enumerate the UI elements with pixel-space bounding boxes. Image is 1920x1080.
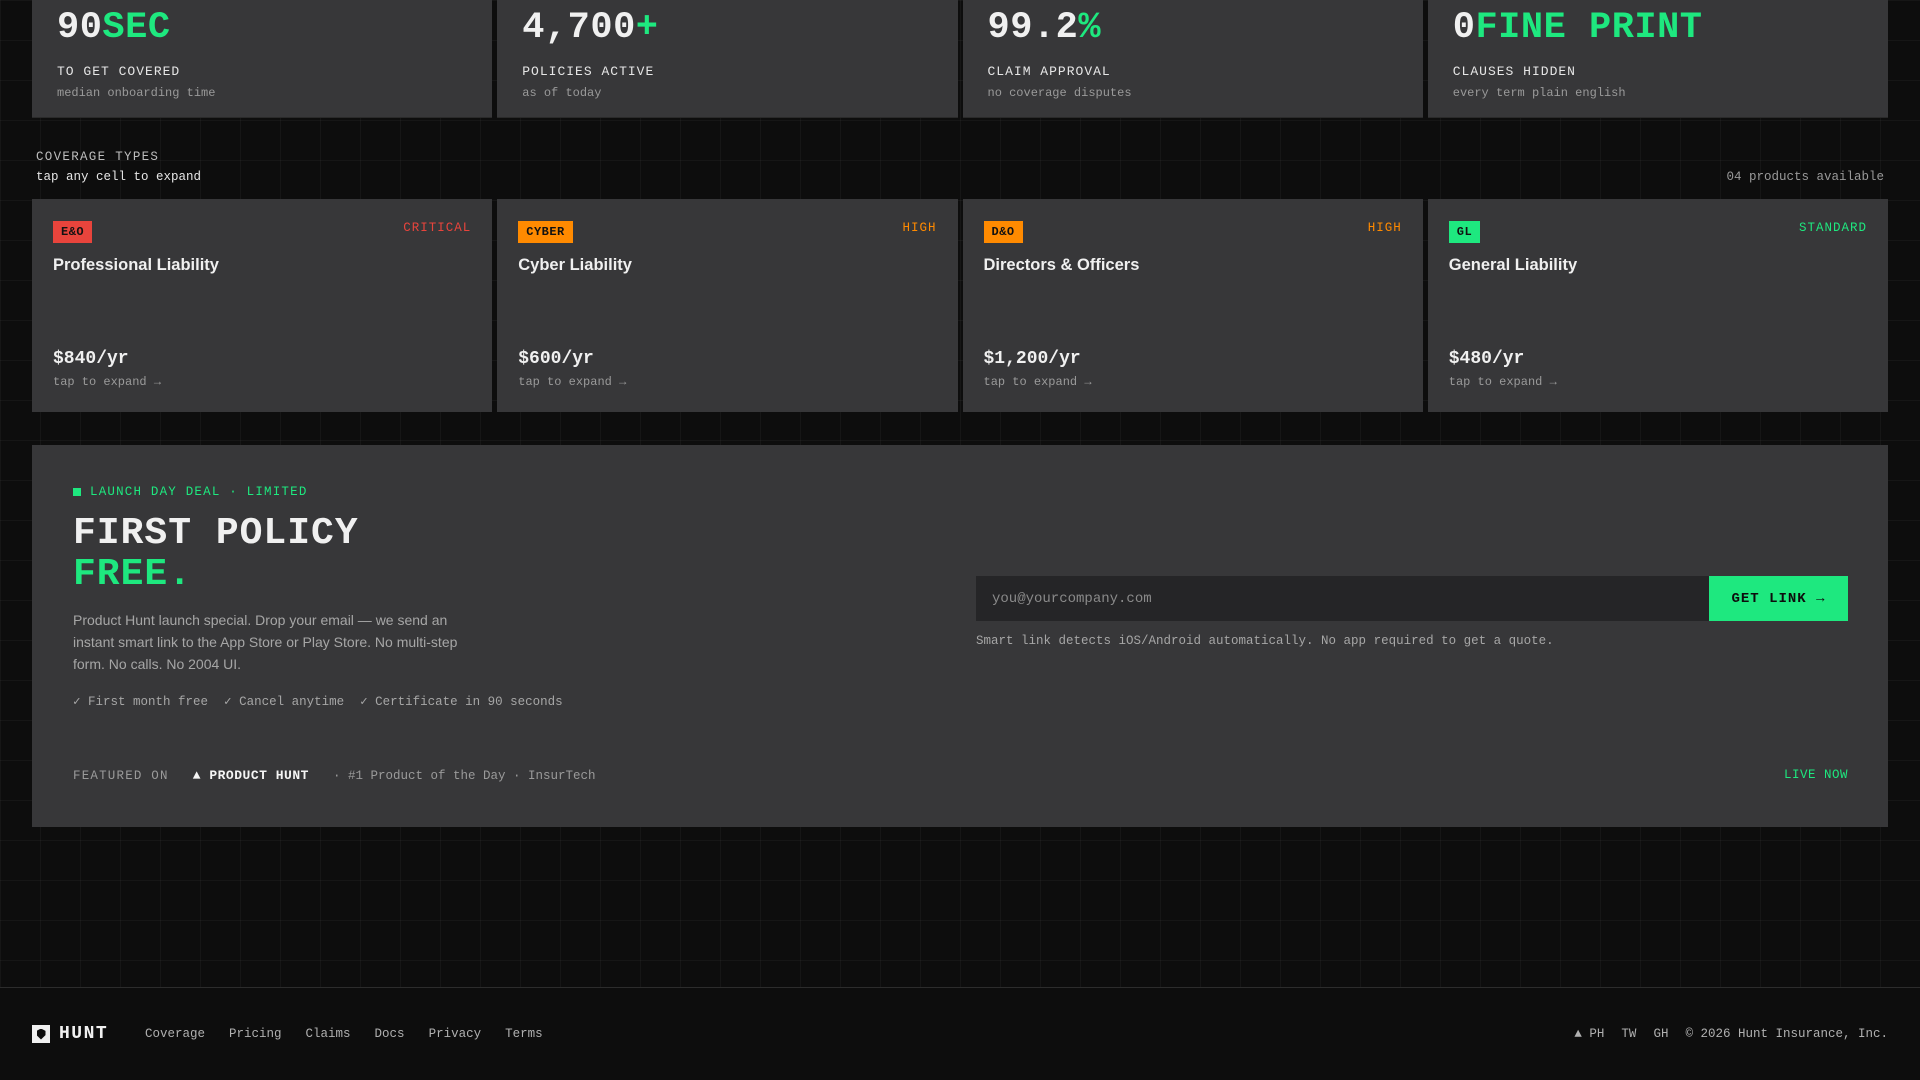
promo-heading-line2: FREE. — [73, 553, 193, 596]
deal-tag: LAUNCH DAY DEAL · LIMITED — [73, 485, 308, 499]
stat-card: 90SEC TO GET COVERED median onboarding t… — [32, 0, 493, 118]
deal-tag-label: LAUNCH DAY DEAL · LIMITED — [90, 485, 308, 499]
stat-label: CLAIM APPROVAL — [987, 64, 1111, 79]
expand-hint: tap to expand → — [983, 375, 1092, 389]
get-link-button[interactable]: GET LINK → — [1709, 576, 1848, 621]
coverage-card-do[interactable]: D&O HIGH Directors & Officers $1,200/yr … — [962, 199, 1423, 412]
stat-label: CLAUSES HIDDEN — [1452, 64, 1576, 79]
risk-level: HIGH — [1367, 221, 1402, 235]
risk-level: HIGH — [902, 221, 937, 235]
stat-label: POLICIES ACTIVE — [522, 64, 655, 79]
stat-card: 4,700+ POLICIES ACTIVE as of today — [497, 0, 958, 118]
launch-deal-panel: LAUNCH DAY DEAL · LIMITED FIRST POLICY F… — [32, 445, 1888, 827]
stat-label: TO GET COVERED — [57, 64, 181, 79]
stat-value: 99.2% — [988, 8, 1398, 48]
footer: HUNT Coverage Pricing Claims Docs Privac… — [0, 987, 1920, 1080]
benefit-item: ✓ Cancel anytime — [224, 695, 345, 709]
coverage-badge: CYBER — [518, 221, 573, 243]
coverage-name: Directors & Officers — [983, 256, 1140, 274]
risk-level: STANDARD — [1798, 221, 1867, 235]
brand-name: HUNT — [59, 1024, 109, 1044]
coverage-title: COVERAGE TYPES — [36, 150, 160, 164]
email-form: GET LINK → — [976, 576, 1848, 621]
footer-link-docs[interactable]: Docs — [375, 1027, 405, 1041]
coverage-hint: tap any cell to expand — [36, 170, 202, 184]
coverage-badge: E&O — [53, 221, 93, 243]
stat-sub: every term plain english — [1452, 86, 1626, 100]
benefit-item: ✓ First month free — [73, 695, 209, 709]
featured-label: FEATURED ON — [73, 768, 169, 783]
footer-social: ▲ PH TW GH © 2026 Hunt Insurance, Inc. — [1574, 1027, 1888, 1041]
footer-link-terms[interactable]: Terms — [505, 1027, 543, 1041]
risk-level: CRITICAL — [403, 221, 472, 235]
social-link-producthunt[interactable]: ▲ PH — [1574, 1027, 1604, 1041]
coverage-price: $840/yr — [53, 349, 129, 369]
coverage-price: $480/yr — [1448, 349, 1525, 369]
footer-nav: Coverage Pricing Claims Docs Privacy Ter… — [145, 1027, 543, 1041]
footer-link-privacy[interactable]: Privacy — [429, 1027, 482, 1041]
coverage-name: General Liability — [1448, 256, 1578, 274]
coverage-card-eo[interactable]: E&O CRITICAL Professional Liability $840… — [32, 199, 493, 412]
featured-on: FEATURED ON ▲ PRODUCT HUNT · #1 Product … — [73, 768, 595, 783]
stats-row: 90SEC TO GET COVERED median onboarding t… — [32, 0, 1888, 118]
stat-card: 99.2% CLAIM APPROVAL no coverage dispute… — [962, 0, 1423, 118]
stat-value: 90SEC — [57, 8, 467, 48]
stat-card: 0FINE PRINT CLAUSES HIDDEN every term pl… — [1427, 0, 1888, 118]
coverage-price: $600/yr — [518, 349, 594, 369]
social-link-github[interactable]: GH — [1653, 1027, 1668, 1041]
promo-heading-line1: FIRST POLICY — [73, 512, 359, 555]
brand-logo[interactable]: HUNT — [32, 1024, 108, 1044]
expand-hint: tap to expand → — [53, 375, 162, 389]
coverage-name: Professional Liability — [53, 256, 219, 274]
products-count: 04 products available — [1726, 170, 1884, 184]
stat-value: 0FINE PRINT — [1453, 8, 1863, 48]
stat-value-number: 4,700 — [522, 7, 636, 49]
status-dot-icon — [73, 488, 81, 496]
footer-link-claims[interactable]: Claims — [306, 1027, 351, 1041]
coverage-badge: D&O — [983, 221, 1023, 243]
stat-sub: as of today — [522, 86, 602, 100]
stat-value-unit: SEC — [102, 7, 171, 49]
email-note: Smart link detects iOS/Android automatic… — [976, 634, 1554, 648]
coverage-grid: E&O CRITICAL Professional Liability $840… — [32, 199, 1888, 412]
stat-value-unit: + — [635, 7, 659, 49]
stat-value-number: 99.2 — [987, 7, 1079, 49]
product-hunt-logo[interactable]: ▲ PRODUCT HUNT — [193, 768, 309, 783]
stat-value-number: 0 — [1452, 7, 1476, 49]
featured-description: · #1 Product of the Day · InsurTech — [332, 768, 596, 783]
stat-sub: no coverage disputes — [987, 86, 1132, 100]
coverage-price: $1,200/yr — [983, 349, 1081, 369]
live-now-badge: LIVE NOW — [1783, 768, 1848, 782]
benefits-list: ✓ First month free ✓ Cancel anytime ✓ Ce… — [73, 693, 563, 709]
stat-value-unit: % — [1078, 7, 1102, 49]
copyright: © 2026 Hunt Insurance, Inc. — [1685, 1027, 1888, 1041]
footer-link-coverage[interactable]: Coverage — [145, 1027, 205, 1041]
coverage-header: COVERAGE TYPES tap any cell to expand 04… — [36, 150, 1884, 184]
shield-icon — [32, 1025, 50, 1043]
coverage-card-gl[interactable]: GL STANDARD General Liability $480/yr ta… — [1427, 199, 1888, 412]
benefit-item: ✓ Certificate in 90 seconds — [360, 695, 563, 709]
expand-hint: tap to expand → — [1448, 375, 1557, 389]
coverage-name: Cyber Liability — [518, 256, 632, 274]
stat-value-number: 90 — [57, 7, 103, 49]
footer-link-pricing[interactable]: Pricing — [229, 1027, 282, 1041]
expand-hint: tap to expand → — [518, 375, 627, 389]
stat-value-unit: FINE PRINT — [1475, 7, 1703, 49]
stat-value: 4,700+ — [522, 8, 932, 48]
promo-description: Product Hunt launch special. Drop your e… — [73, 612, 458, 672]
promo-heading: FIRST POLICY FREE. — [73, 513, 359, 595]
email-input[interactable] — [976, 576, 1709, 621]
social-link-twitter[interactable]: TW — [1621, 1027, 1636, 1041]
coverage-badge: GL — [1448, 221, 1481, 243]
stat-sub: median onboarding time — [57, 86, 216, 100]
coverage-card-cyber[interactable]: CYBER HIGH Cyber Liability $600/yr tap t… — [497, 199, 958, 412]
